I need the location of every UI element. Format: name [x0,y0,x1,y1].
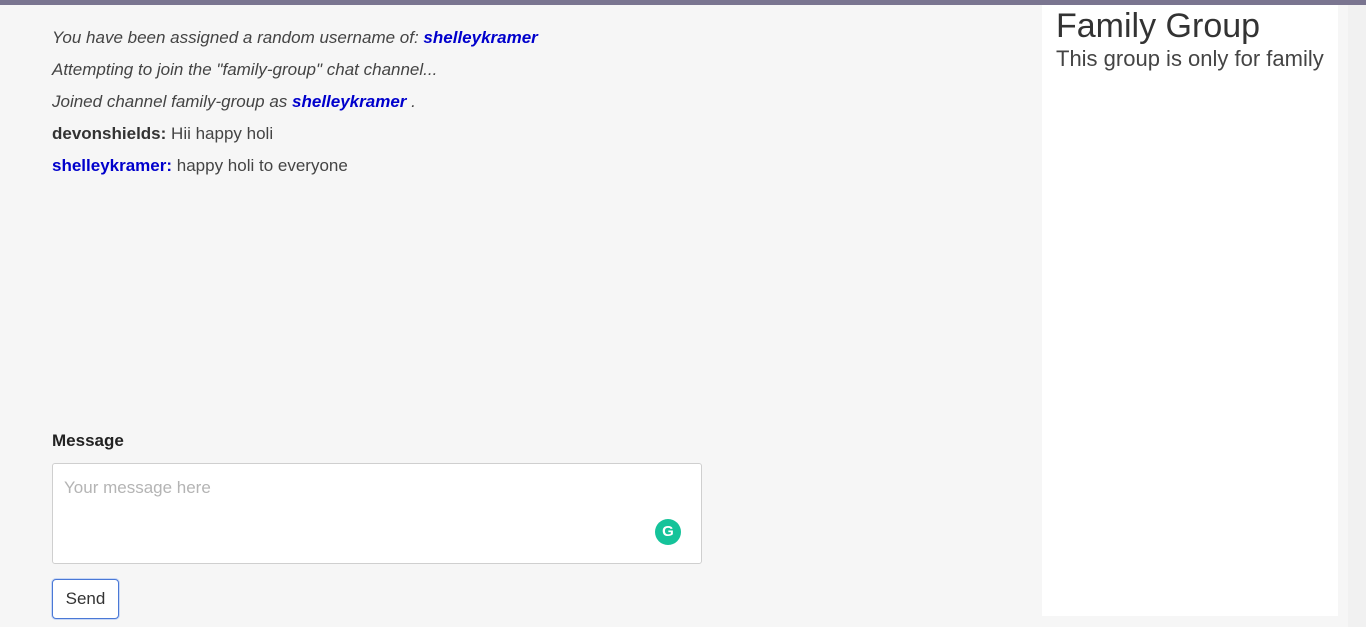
message-box: G [52,463,702,564]
message-author: devonshields: [52,124,167,143]
message-input[interactable] [53,464,701,563]
system-message-joined: Joined channel family-group as shelleykr… [52,92,416,111]
system-message-joining: Attempting to join the "family-group" ch… [52,60,438,79]
page-scrollbar[interactable] [1348,5,1366,627]
system-message-username-assigned: You have been assigned a random username… [52,28,538,47]
chat-message: shelleykramer: happy holi to everyone [52,150,772,182]
chat-log: You have been assigned a random username… [52,22,772,182]
message-label: Message [52,431,124,450]
group-title: Family Group [1056,7,1261,45]
message-text: happy holi to everyone [172,156,348,175]
chat-message: devonshields: Hii happy holi [52,118,772,150]
joined-username: shelleykramer [292,92,407,111]
message-text: Hii happy holi [166,124,274,143]
grammarly-icon[interactable]: G [655,519,681,545]
group-description: This group is only for family [1056,46,1324,71]
group-info-panel: Family Group This group is only for fami… [1042,5,1338,616]
assigned-username: shelleykramer [423,28,538,47]
message-author: shelleykramer: [52,156,173,175]
send-button[interactable]: Send [52,579,119,619]
